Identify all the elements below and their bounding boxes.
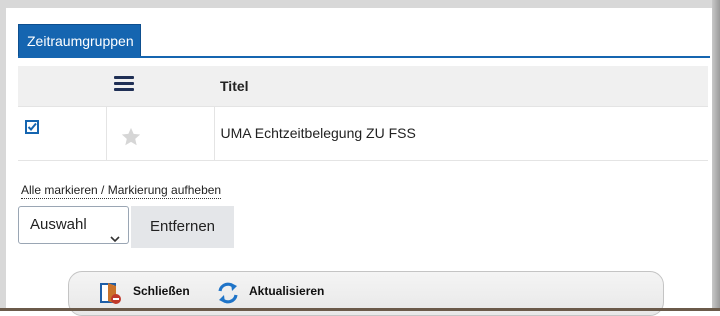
- results-table: Titel UMA Echtzeitbelegung ZU FSS: [18, 66, 708, 161]
- menu-icon[interactable]: [114, 76, 134, 92]
- table-row[interactable]: UMA Echtzeitbelegung ZU FSS: [18, 106, 708, 161]
- tab-underline: [18, 56, 710, 58]
- close-door-icon: [100, 283, 121, 304]
- refresh-label: Aktualisieren: [249, 284, 325, 298]
- select-all-link[interactable]: Alle markieren / Markierung aufheben: [21, 182, 222, 199]
- row-checkbox-cell[interactable]: [18, 106, 106, 161]
- left-border: [0, 0, 6, 311]
- row-title: UMA Echtzeitbelegung ZU FSS: [214, 106, 708, 161]
- star-icon[interactable]: [120, 126, 142, 151]
- refresh-icon: [218, 282, 238, 304]
- header-title[interactable]: Titel: [214, 66, 708, 107]
- tab-zeitraumgruppen[interactable]: Zeitraumgruppen: [18, 24, 141, 57]
- table-header-row: Titel: [18, 66, 708, 107]
- close-button[interactable]: Schließen: [99, 280, 199, 304]
- window: Zeitraumgruppen Titel UMA Echtzeitbelegu…: [0, 0, 720, 316]
- top-border: [0, 0, 720, 8]
- checkbox-checked-icon[interactable]: [25, 119, 39, 137]
- remove-button[interactable]: Entfernen: [131, 206, 234, 248]
- selection-dropdown[interactable]: Auswahl: [18, 206, 129, 244]
- selection-dropdown-value: Auswahl: [30, 216, 87, 233]
- right-border: [712, 0, 720, 311]
- header-checkbox-column: [18, 66, 106, 107]
- row-favorite-cell[interactable]: [105, 106, 215, 161]
- refresh-button[interactable]: Aktualisieren: [215, 280, 345, 304]
- close-label: Schließen: [133, 284, 190, 298]
- header-menu-column[interactable]: [106, 66, 214, 107]
- chevron-down-icon: [110, 221, 120, 257]
